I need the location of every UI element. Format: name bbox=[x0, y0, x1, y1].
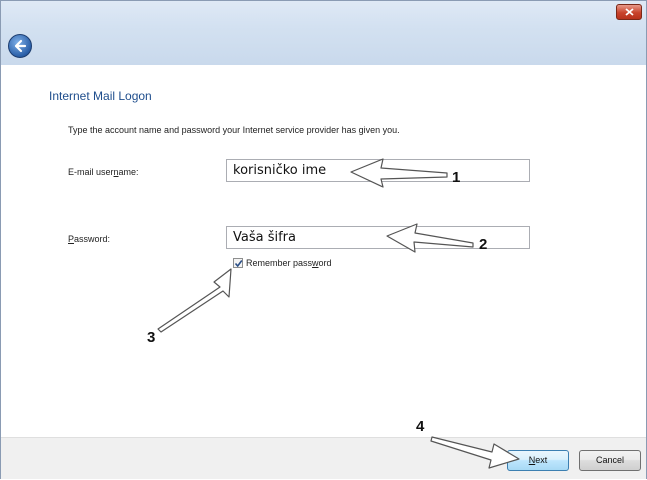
remember-password-checkbox[interactable] bbox=[233, 258, 243, 268]
next-label: ext bbox=[535, 455, 548, 465]
password-label: Password: bbox=[68, 234, 110, 244]
cancel-button[interactable]: Cancel bbox=[579, 450, 641, 471]
next-button[interactable]: Next bbox=[507, 450, 569, 471]
close-button[interactable] bbox=[616, 4, 642, 20]
annotation-number-1: 1 bbox=[452, 169, 461, 186]
remember-label-start: Remember pass bbox=[246, 258, 313, 268]
annotation-number-2: 2 bbox=[479, 236, 488, 253]
username-label: E-mail username: bbox=[68, 167, 139, 177]
annotation-number-4: 4 bbox=[416, 418, 425, 435]
username-label-start: E-mail user bbox=[68, 167, 114, 177]
password-label-end: assword: bbox=[74, 234, 111, 244]
instruction-text: Type the account name and password your … bbox=[68, 125, 400, 135]
content-area bbox=[1, 65, 646, 437]
title-bar bbox=[1, 1, 646, 65]
remember-password-label[interactable]: Remember password bbox=[246, 258, 332, 268]
username-field[interactable]: korisničko ime bbox=[226, 159, 530, 182]
dialog-window: Internet Mail Logon Type the account nam… bbox=[0, 0, 647, 479]
close-icon bbox=[625, 8, 634, 16]
page-title: Internet Mail Logon bbox=[49, 89, 152, 103]
annotation-number-3: 3 bbox=[147, 329, 156, 346]
back-arrow-icon bbox=[14, 39, 27, 53]
back-button[interactable] bbox=[8, 34, 32, 58]
checkmark-icon bbox=[234, 260, 243, 268]
remember-label-end: ord bbox=[318, 258, 332, 268]
username-label-end: ame: bbox=[118, 167, 139, 177]
